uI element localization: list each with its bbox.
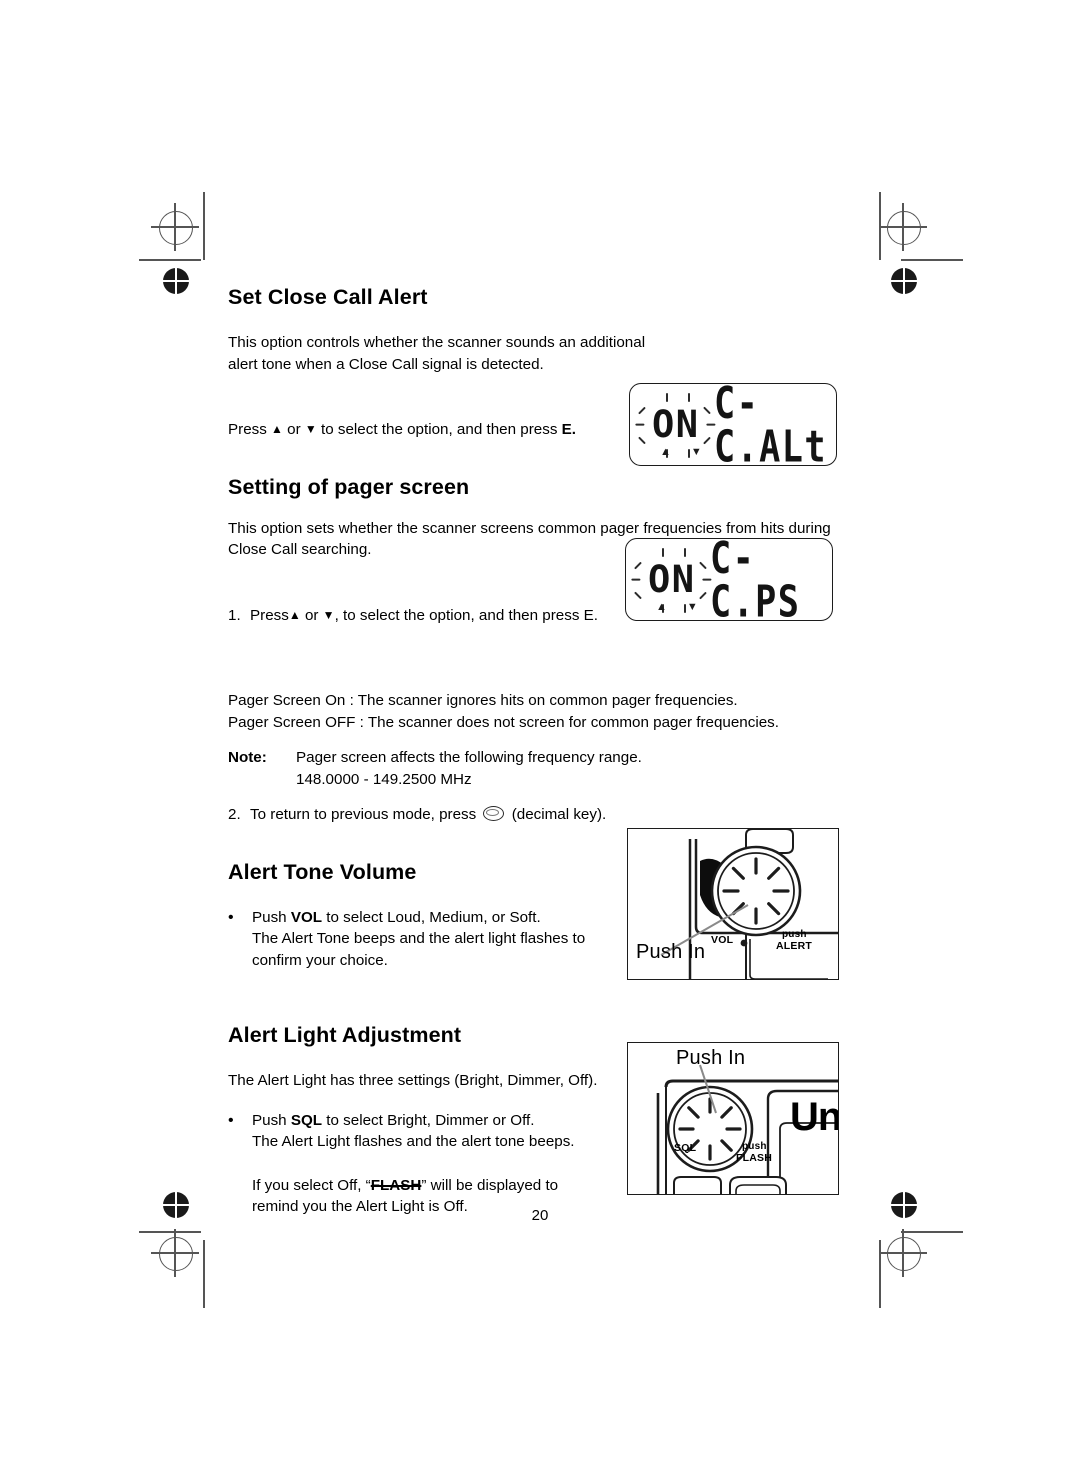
pager-screen-step-2: 2. To return to previous mode, press (de…	[228, 804, 850, 826]
note-body: Pager screen affects the following frequ…	[296, 747, 850, 790]
lcd-code-value: C-C.ALt	[713, 377, 827, 472]
note-label: Note:	[228, 749, 267, 766]
sql-knob-flash-label: FLASH	[736, 1152, 772, 1164]
lcd-arrow-indicators: ▲▼	[660, 446, 722, 458]
step-1-text-post: , to select the option, and then press E…	[334, 606, 598, 624]
trim-mark-top-right-vertical	[879, 192, 881, 260]
step-1-marker: 1.	[228, 606, 241, 624]
flash-label-struck: FLASH	[370, 1176, 422, 1194]
trim-mark-bottom-right-vertical	[879, 1240, 881, 1308]
step-2-text-pre: To return to previous mode, press	[250, 806, 477, 823]
step-2-text-post: (decimal key).	[511, 806, 607, 823]
sql-line-1-post: to select Bright, Dimmer or Off.	[322, 1111, 535, 1129]
flash-note-pre: If you select Off, “	[252, 1176, 371, 1194]
vol-line-1-post: to select Loud, Medium, or Soft.	[322, 908, 541, 926]
pager-screen-off-description: Pager Screen OFF : The scanner does not …	[228, 713, 779, 731]
vol-knob-push-in-callout: Push In	[636, 941, 706, 963]
trim-mark-bottom-right-horizontal	[901, 1231, 963, 1233]
vol-line-1-pre: Push	[252, 908, 291, 926]
vol-key-label: VOL	[290, 908, 323, 926]
lcd-close-call-alert-display: ON C-C.ALt ▲▼	[629, 377, 837, 472]
sql-key-label: SQL	[290, 1111, 323, 1129]
instruction-key-e: E.	[561, 421, 576, 438]
instruction-text-mid: or	[282, 421, 305, 438]
sql-line-1-pre: Push	[252, 1111, 291, 1129]
step-1-text-pre: Press	[250, 606, 289, 624]
lcd-arrow-indicators: ▲▼	[656, 601, 718, 613]
bullet-icon: •	[228, 908, 234, 926]
arrow-up-icon: ▲	[271, 422, 283, 436]
lcd-on-value: ON	[648, 558, 696, 601]
lcd-on-value: ON	[652, 403, 700, 446]
lcd-code-value: C-C.PS	[709, 532, 800, 627]
regmark-top-right-crosshair	[887, 211, 921, 245]
illustration-vol-knob-push-in: VOL push ALERT Push In	[627, 828, 839, 980]
page-number: 20	[531, 1207, 549, 1224]
trim-mark-top-left-vertical	[203, 192, 205, 260]
arrow-up-icon: ▲	[288, 607, 301, 622]
heading-set-close-call-alert: Set Close Call Alert	[228, 285, 428, 309]
instruction-text-pre: Press	[228, 421, 272, 438]
decimal-key-icon	[483, 806, 505, 821]
flashing-on-indicator: ON	[631, 548, 712, 613]
regmark-top-right-dot	[885, 262, 923, 300]
vol-line-2: The Alert Tone beeps and the alert light…	[252, 930, 586, 947]
regmark-bottom-right-crosshair	[887, 1237, 921, 1271]
flashing-on-indicator: ON	[635, 393, 716, 458]
note-line-1: Pager screen affects the following frequ…	[296, 749, 642, 766]
trim-mark-bottom-left-vertical	[203, 1240, 205, 1308]
heading-setting-of-pager-screen: Setting of pager screen	[228, 474, 470, 499]
bullet-icon: •	[228, 1111, 234, 1129]
lcd-pager-screen-display: ON C-C.PS ▲▼	[625, 532, 833, 627]
sql-knob-push-label: push	[742, 1141, 767, 1152]
note-line-2-frequency-range: 148.0000 - 149.2500 MHz	[296, 770, 472, 788]
regmark-bottom-left-crosshair	[159, 1237, 193, 1271]
vol-line-3: confirm your choice.	[252, 951, 388, 969]
sql-knob-left-label: SQL	[674, 1142, 697, 1154]
trim-mark-top-left-horizontal	[139, 259, 201, 261]
arrow-down-icon: ▼	[322, 607, 335, 622]
illustration-sql-knob-push-in: Push In SQL push FLASH Uni	[627, 1042, 839, 1195]
flash-note-post: ” will be displayed to	[421, 1176, 559, 1194]
sql-line-2: The Alert Light flashes and the alert to…	[252, 1133, 575, 1150]
vol-knob-left-label: VOL	[711, 934, 734, 946]
step-2-marker: 2.	[228, 806, 241, 823]
pager-screen-note: Note: Pager screen affects the following…	[228, 747, 850, 790]
regmark-top-left-dot	[157, 262, 195, 300]
instruction-text-post: to select the option, and then press	[316, 421, 562, 438]
trim-mark-top-right-horizontal	[901, 259, 963, 261]
uniden-brand-logo: Uni	[790, 1095, 839, 1139]
step-1-text-mid: or	[300, 606, 323, 624]
step-2-text: To return to previous mode, press (decim…	[250, 804, 850, 826]
vol-knob-alert-label: ALERT	[776, 940, 812, 952]
vol-knob-push-label: push	[782, 929, 807, 940]
close-call-alert-description: This option controls whether the scanner…	[228, 334, 646, 373]
sql-knob-push-in-callout: Push In	[676, 1047, 746, 1069]
pager-screen-on-description: Pager Screen On : The scanner ignores hi…	[228, 692, 738, 709]
regmark-top-left-crosshair	[159, 211, 193, 245]
trim-mark-bottom-left-horizontal	[139, 1231, 201, 1233]
arrow-down-icon: ▼	[304, 422, 317, 436]
